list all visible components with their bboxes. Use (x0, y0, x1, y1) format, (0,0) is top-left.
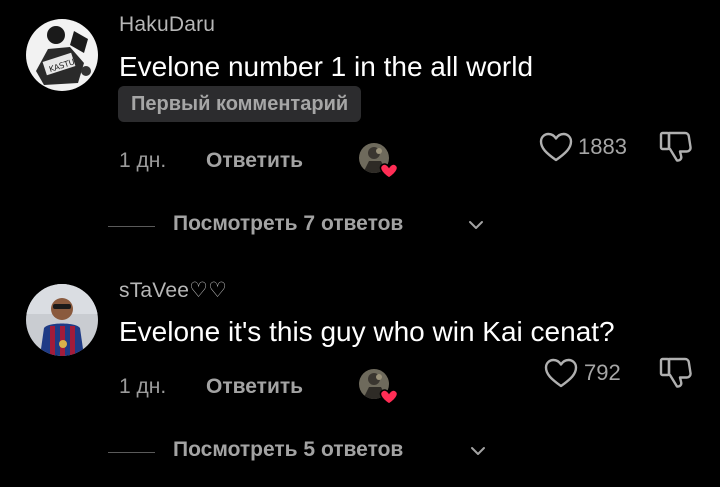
comment-item: KASTU HakuDaru Evelone number 1 in the a… (0, 0, 720, 250)
reply-button[interactable]: Ответить (206, 149, 303, 173)
reply-button[interactable]: Ответить (206, 375, 303, 399)
comment-username[interactable]: sTaVee♡♡ (119, 278, 227, 303)
like-count: 1883 (578, 134, 627, 159)
comment-time: 1 дн. (119, 149, 167, 172)
heart-outline-icon[interactable] (538, 131, 574, 163)
first-comment-badge: Первый комментарий (118, 86, 362, 122)
avatar[interactable] (26, 284, 98, 356)
chevron-down-icon (469, 221, 483, 229)
thumbs-down-icon[interactable] (658, 128, 694, 164)
comment-time: 1 дн. (119, 375, 167, 398)
avatar[interactable]: KASTU (26, 19, 98, 91)
thumbs-down-icon[interactable] (658, 354, 694, 390)
comment-text: Evelone number 1 in the all world (119, 51, 534, 82)
like-count: 792 (584, 360, 621, 385)
view-replies-button[interactable]: Посмотреть 5 ответов (0, 438, 720, 468)
view-replies-button[interactable]: Посмотреть 7 ответов (0, 212, 720, 242)
view-replies-label[interactable]: Посмотреть 5 ответов (173, 438, 403, 462)
comment-item: sTaVee♡♡ Evelone it's this guy who win K… (0, 270, 720, 480)
comment-text: Evelone it's this guy who win Kai cenat? (119, 316, 615, 347)
divider-line (108, 226, 155, 227)
comment-username[interactable]: HakuDaru (119, 13, 215, 37)
view-replies-label[interactable]: Посмотреть 7 ответов (173, 212, 403, 236)
heart-outline-icon[interactable] (543, 357, 579, 389)
divider-line (108, 452, 155, 453)
creator-liked-heart-icon (357, 141, 399, 181)
chevron-down-icon (471, 447, 485, 455)
creator-liked-heart-icon (357, 367, 399, 407)
